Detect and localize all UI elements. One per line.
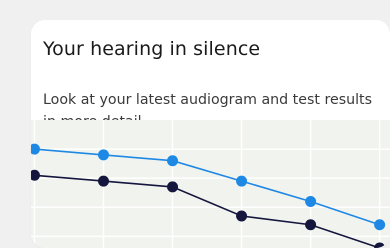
hearing-in-silence-card[interactable]: Your hearing in silence Look at your lat…	[31, 20, 390, 248]
series-point-0	[305, 196, 316, 207]
series-point-0	[236, 176, 247, 187]
series-point-0	[167, 155, 178, 166]
card-title: Your hearing in silence	[43, 38, 260, 60]
series-layer	[31, 144, 385, 248]
series-point-0	[98, 149, 109, 160]
audiogram-chart	[31, 120, 390, 248]
series-line-0	[34, 149, 379, 225]
audiogram-svg	[31, 120, 390, 248]
series-point-1	[236, 211, 247, 222]
series-point-1	[98, 176, 109, 187]
grid-layer	[31, 120, 390, 248]
series-point-1	[374, 243, 385, 248]
series-point-1	[167, 181, 178, 192]
series-point-1	[305, 219, 316, 230]
series-point-1	[31, 170, 40, 181]
series-point-0	[374, 219, 385, 230]
series-point-0	[31, 144, 40, 155]
